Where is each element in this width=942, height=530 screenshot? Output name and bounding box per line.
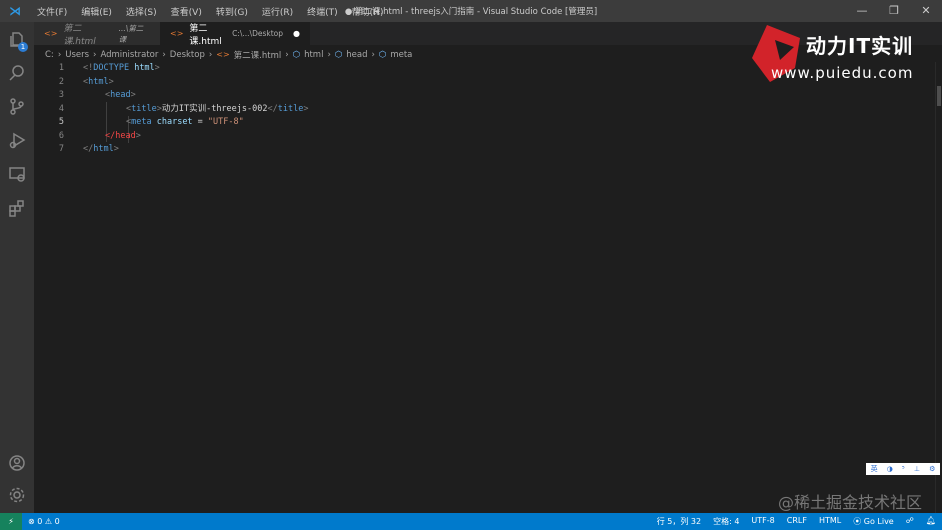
crumb-users[interactable]: Users <box>65 50 89 60</box>
remote-icon[interactable]: ⚡ <box>0 513 22 530</box>
line-number: 3 <box>58 90 64 100</box>
code-line: 3 <head> <box>34 89 932 103</box>
watermark-url: www.puiedu.com <box>771 64 914 82</box>
menu-go[interactable]: 转到(G) <box>209 5 255 18</box>
crumb-html[interactable]: html <box>304 50 323 60</box>
crumb-desktop[interactable]: Desktop <box>170 50 205 60</box>
element-icon: ⬡ <box>334 49 343 60</box>
line-number: 7 <box>58 144 64 154</box>
explorer-icon[interactable]: 1 <box>0 25 34 53</box>
ime-icon[interactable]: ⁵ <box>902 465 905 473</box>
crumb-drive[interactable]: C: <box>45 50 54 60</box>
cursor-position[interactable]: 行 5，列 32 <box>651 516 707 527</box>
tab-desc: ...\第二课 <box>118 23 144 44</box>
remote-explorer-icon[interactable] <box>0 160 34 188</box>
crumb-file[interactable]: 第二课.html <box>234 49 282 61</box>
menu-help[interactable]: 帮助(H) <box>345 5 391 18</box>
juejin-watermark: @稀土掘金技术社区 <box>777 493 922 512</box>
account-icon[interactable] <box>0 449 34 477</box>
html-file-icon: <> <box>44 29 58 38</box>
indentation[interactable]: 空格: 4 <box>707 516 745 527</box>
tab-desc: C:\...\Desktop <box>232 29 284 38</box>
crumb-head[interactable]: head <box>346 50 367 60</box>
line-ending[interactable]: CRLF <box>781 516 813 527</box>
ime-icon[interactable]: 英 <box>871 464 878 474</box>
code-line: 4 <title>动力IT实训-threejs-002</title> <box>34 103 932 117</box>
menu-terminal[interactable]: 终端(T) <box>300 5 345 18</box>
code-line: 6 </head> <box>34 130 932 144</box>
watermark-brand: 动力IT实训 <box>806 34 914 58</box>
encoding[interactable]: UTF-8 <box>745 516 780 527</box>
code-line: 7 </html> <box>34 143 932 157</box>
run-debug-icon[interactable] <box>0 126 34 154</box>
ime-icon[interactable]: ◑ <box>887 465 893 473</box>
html-file-icon: <> <box>170 29 184 38</box>
tab-preview[interactable]: <> 第二课.html ...\第二课 <box>34 22 160 47</box>
ime-icon[interactable]: ⊥ <box>914 465 920 473</box>
ime-settings-icon[interactable]: ⚙ <box>929 465 935 473</box>
problems-indicator[interactable]: ⊗ 0 ⚠ 0 <box>22 517 66 526</box>
tab-label: 第二课.html <box>63 23 96 47</box>
menu-file[interactable]: 文件(F) <box>30 5 74 18</box>
html-file-icon: <> <box>216 50 230 59</box>
source-control-icon[interactable] <box>0 92 34 120</box>
element-icon: ⬡ <box>292 49 301 60</box>
tab-label: 第二课.html <box>189 23 222 47</box>
breadcrumb: C: › Users › Administrator › Desktop › <> 第二课… <box>45 49 413 61</box>
search-icon[interactable] <box>0 59 34 87</box>
unsaved-dot-icon[interactable]: ● <box>293 29 300 38</box>
element-icon: ⬡ <box>378 49 387 60</box>
menu-selection[interactable]: 选择(S) <box>119 5 164 18</box>
settings-gear-icon[interactable] <box>0 481 34 509</box>
menu-edit[interactable]: 编辑(E) <box>74 5 119 18</box>
menu-run[interactable]: 运行(R) <box>255 5 300 18</box>
tab-active[interactable]: <> 第二课.html C:\...\Desktop ● <box>160 22 310 47</box>
minimize-button[interactable]: — <box>846 0 878 22</box>
crumb-administrator[interactable]: Administrator <box>100 50 158 60</box>
line-number: 4 <box>58 103 64 114</box>
feedback-icon[interactable]: ☍ <box>900 516 920 527</box>
line-number: 2 <box>58 76 64 87</box>
language-mode[interactable]: HTML <box>813 516 847 527</box>
line-number: 1 <box>58 63 64 73</box>
activity-bar: 1 <box>0 22 34 513</box>
go-live-button[interactable]: ⦿ Go Live <box>847 516 900 527</box>
vscode-logo-icon: ⋊ <box>9 4 21 18</box>
vertical-scrollbar[interactable] <box>935 62 942 513</box>
crumb-meta[interactable]: meta <box>390 50 412 60</box>
title-bar: ⋊ 文件(F) 编辑(E) 选择(S) 查看(V) 转到(G) 运行(R) 终端… <box>0 0 942 22</box>
code-line: 5 <meta charset = "UTF-8" <box>34 116 932 130</box>
status-bar: ⚡ ⊗ 0 ⚠ 0 行 5，列 32 空格: 4 UTF-8 CRLF HTML… <box>0 513 942 530</box>
close-button[interactable]: ✕ <box>910 0 942 22</box>
menu-view[interactable]: 查看(V) <box>164 5 209 18</box>
ime-toolbar[interactable]: 英 ◑ ⁵ ⊥ ⚙ <box>866 463 940 475</box>
notifications-bell-icon[interactable]: 🔔︎ <box>920 516 942 527</box>
line-number: 5 <box>58 117 64 127</box>
explorer-badge: 1 <box>18 42 28 52</box>
line-number: 6 <box>58 130 64 141</box>
broadcast-icon: ⦿ <box>853 517 864 526</box>
extensions-icon[interactable] <box>0 194 34 222</box>
restore-button[interactable]: ❐ <box>878 0 910 22</box>
